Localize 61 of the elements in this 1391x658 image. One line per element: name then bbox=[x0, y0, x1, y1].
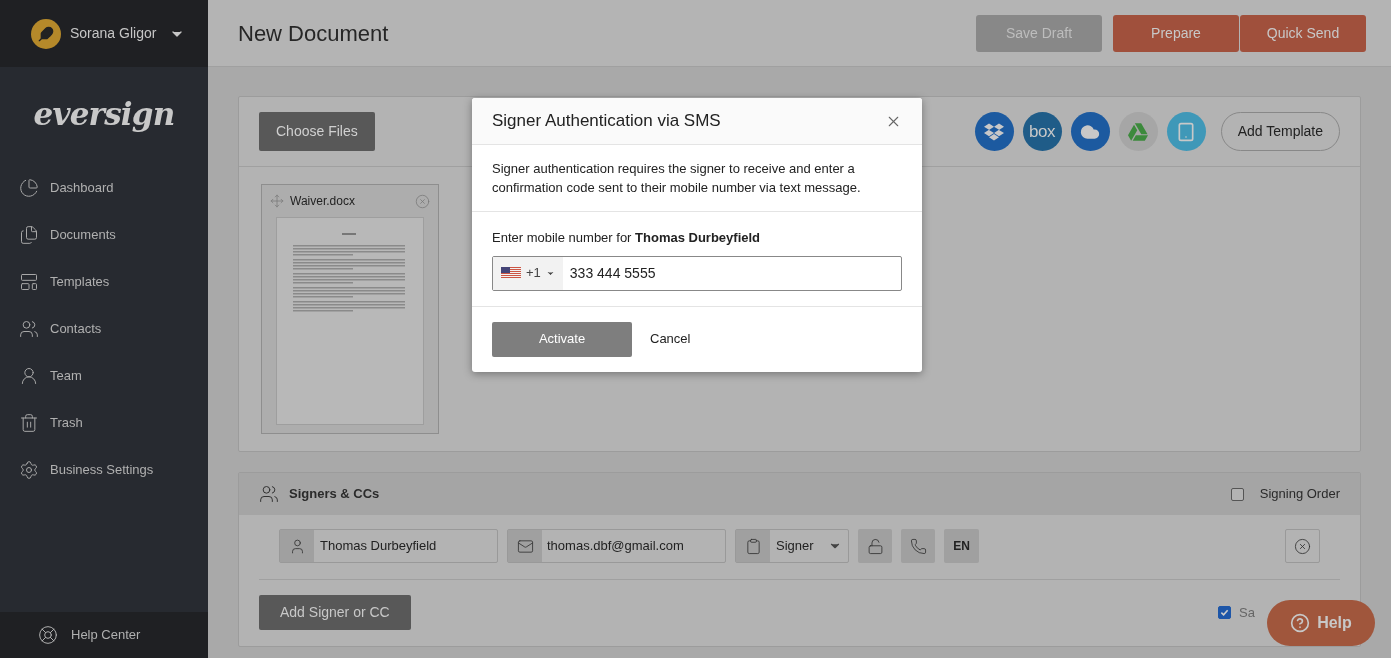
flag-icon bbox=[501, 267, 521, 279]
help-center-link[interactable]: Help Center bbox=[0, 612, 208, 658]
phone-prompt: Enter mobile number for Thomas Durbeyfield bbox=[492, 229, 762, 247]
role-select[interactable]: Signer bbox=[735, 529, 849, 563]
sidebar-item[interactable]: Team bbox=[0, 361, 208, 390]
logo[interactable]: eversign bbox=[0, 91, 208, 138]
option-label: Sa bbox=[1239, 603, 1255, 622]
lock-button[interactable] bbox=[858, 529, 892, 563]
sidebar-item[interactable]: Documents bbox=[0, 220, 208, 249]
user-menu[interactable]: Sorana Gligor bbox=[0, 0, 208, 67]
lifebuoy-icon bbox=[38, 625, 58, 645]
unlock-icon bbox=[866, 537, 884, 555]
signing-order-label: Signing Order bbox=[1259, 485, 1340, 504]
sidebar-item[interactable]: Dashboard bbox=[0, 173, 208, 202]
country-select[interactable]: +1 bbox=[493, 256, 563, 290]
cancel-button[interactable]: Cancel bbox=[650, 329, 691, 349]
sidebar-item[interactable]: Contacts bbox=[0, 314, 208, 343]
cloud-button[interactable] bbox=[1070, 112, 1110, 151]
avatar-icon bbox=[31, 18, 61, 49]
dropbox-icon bbox=[984, 121, 1005, 142]
name-field[interactable]: Thomas Durbeyfield bbox=[279, 529, 498, 563]
document-name: Waiver.docx bbox=[290, 193, 356, 210]
phone-icon bbox=[909, 537, 927, 555]
dialog-title: Signer Authentication via SMS bbox=[492, 110, 722, 133]
remove-signer-button[interactable] bbox=[1285, 529, 1320, 563]
email-field[interactable]: thomas.dbf@gmail.com bbox=[507, 529, 726, 563]
sidebar-item[interactable]: Templates bbox=[0, 267, 208, 296]
sidebar-item[interactable]: Business Settings bbox=[0, 455, 208, 484]
document-card[interactable]: Waiver.docx bbox=[261, 184, 439, 434]
settings-icon bbox=[19, 459, 39, 480]
device-button[interactable] bbox=[1166, 112, 1206, 151]
drive-button[interactable] bbox=[1118, 112, 1158, 151]
trash-icon bbox=[19, 412, 39, 433]
documents-icon bbox=[19, 224, 39, 245]
page-title: New Document bbox=[238, 19, 389, 48]
phone-field[interactable]: +1 333 444 5555 bbox=[492, 255, 902, 291]
activate-button[interactable]: Activate bbox=[492, 321, 632, 357]
checkbox[interactable] bbox=[1218, 606, 1232, 619]
choose-files-button[interactable]: Choose Files bbox=[259, 112, 375, 151]
language-button[interactable]: EN bbox=[944, 529, 979, 563]
section-title: Signers & CCs bbox=[289, 485, 380, 504]
header-button[interactable]: Quick Send bbox=[1240, 14, 1366, 52]
remove-icon bbox=[1294, 537, 1311, 555]
person-icon bbox=[19, 365, 39, 386]
dropbox-button[interactable] bbox=[974, 112, 1014, 151]
box-button[interactable]: box bbox=[1022, 112, 1062, 151]
checkbox[interactable] bbox=[1230, 487, 1244, 501]
remove-icon bbox=[415, 193, 430, 209]
dialog-description: Signer authentication requires the signer to receive and enter a confirmation code sent to their mobile number via text message. bbox=[472, 145, 922, 212]
envelope-icon bbox=[516, 537, 534, 555]
clipboard-icon bbox=[744, 537, 762, 555]
help-icon bbox=[1290, 613, 1311, 633]
move-icon bbox=[270, 194, 284, 208]
template-icon bbox=[19, 271, 39, 292]
pie-chart-icon bbox=[19, 177, 39, 198]
people-icon bbox=[19, 318, 39, 339]
sidebar-item[interactable]: Trash bbox=[0, 408, 208, 437]
phone-button[interactable] bbox=[901, 529, 935, 563]
add-signer-button[interactable]: Add Signer or CC bbox=[259, 595, 411, 630]
contacts-icon bbox=[259, 484, 279, 504]
drive-icon bbox=[1128, 121, 1149, 142]
